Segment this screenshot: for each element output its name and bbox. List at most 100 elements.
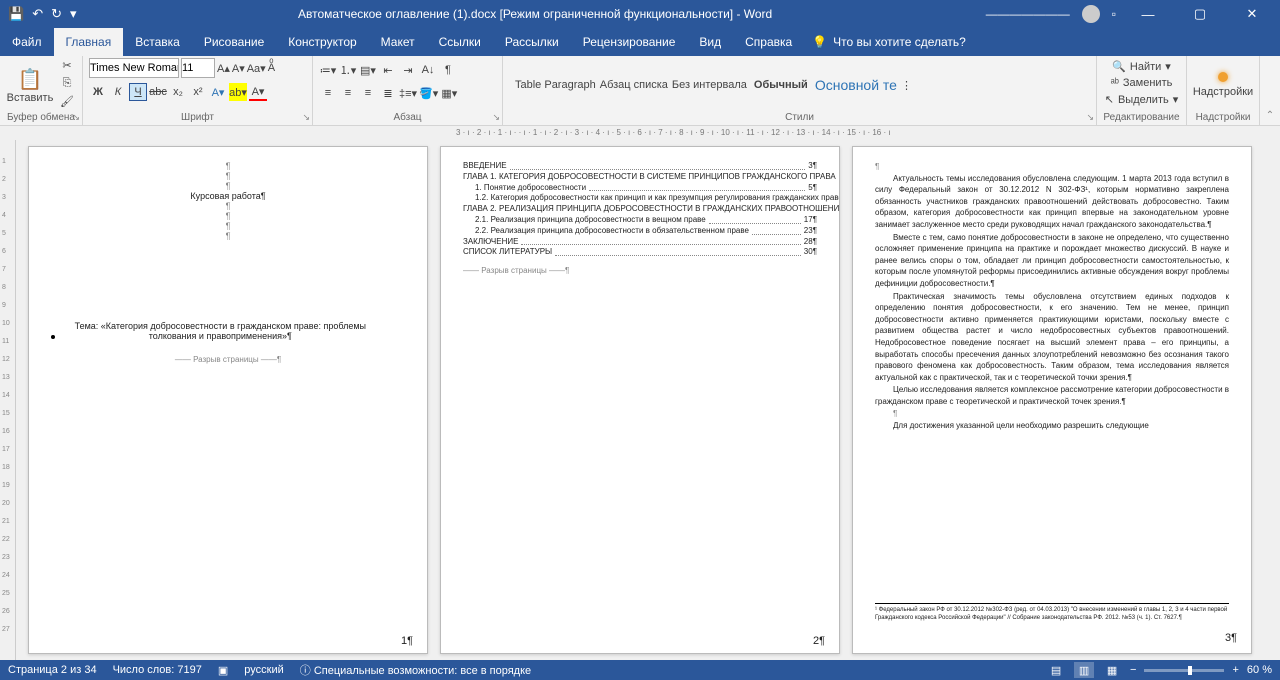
- text-effects-icon[interactable]: A▾: [209, 83, 227, 101]
- view-print-icon[interactable]: ▥: [1074, 662, 1094, 678]
- ribbon-options-icon[interactable]: ▫: [1112, 7, 1116, 21]
- tab-home[interactable]: Главная: [54, 28, 124, 56]
- zoom-out-button[interactable]: −: [1130, 664, 1136, 676]
- close-button[interactable]: ✕: [1232, 6, 1272, 22]
- view-read-icon[interactable]: ▤: [1046, 662, 1066, 678]
- page1-title: Курсовая работа¶: [51, 191, 405, 201]
- user-name[interactable]: ———————: [986, 7, 1070, 21]
- page1-theme: Тема: «Категория добросовестности в граж…: [61, 321, 380, 341]
- page-2[interactable]: ВВЕДЕНИЕ3¶ГЛАВА 1. КАТЕГОРИЯ ДОБРОСОВЕСТ…: [440, 146, 840, 654]
- bullets-icon[interactable]: ≔▾: [319, 61, 337, 79]
- style-no-spacing[interactable]: Без интервала: [672, 79, 747, 91]
- subscript-button[interactable]: x₂: [169, 83, 187, 101]
- justify-icon[interactable]: ≣: [379, 84, 397, 102]
- italic-button[interactable]: К: [109, 83, 127, 101]
- align-left-icon[interactable]: ≡: [319, 84, 337, 102]
- cursor-icon: ↖: [1105, 93, 1114, 106]
- status-bar: Страница 2 из 34 Число слов: 7197 ▣ русс…: [0, 660, 1280, 680]
- borders-icon[interactable]: ▦▾: [440, 84, 458, 102]
- tab-references[interactable]: Ссылки: [427, 28, 493, 56]
- superscript-button[interactable]: x²: [189, 83, 207, 101]
- tab-view[interactable]: Вид: [687, 28, 733, 56]
- shading-icon[interactable]: 🪣▾: [419, 84, 438, 102]
- clipboard-icon: 📋: [18, 67, 43, 92]
- style-heading[interactable]: Основной те: [815, 77, 897, 93]
- styles-launcher-icon[interactable]: ↘: [1086, 112, 1094, 123]
- minimize-button[interactable]: —: [1128, 7, 1168, 22]
- show-marks-icon[interactable]: ¶: [439, 61, 457, 79]
- sort-icon[interactable]: A↓: [419, 61, 437, 79]
- style-table-paragraph[interactable]: Table Paragraph: [515, 79, 596, 91]
- underline-button[interactable]: Ч: [129, 83, 147, 101]
- font-launcher-icon[interactable]: ↘: [302, 112, 310, 123]
- align-center-icon[interactable]: ≡: [339, 84, 357, 102]
- tab-mailings[interactable]: Рассылки: [493, 28, 571, 56]
- toc-line: 2.1. Реализация принципа добросовестност…: [463, 215, 817, 226]
- zoom-in-button[interactable]: +: [1232, 664, 1238, 676]
- font-color-icon[interactable]: A▾: [249, 83, 267, 101]
- vertical-ruler[interactable]: 1234567891011121314151617181920212223242…: [0, 140, 16, 660]
- toc-line: СПИСОК ЛИТЕРАТУРЫ30¶: [463, 247, 817, 258]
- format-painter-button[interactable]: 🖌: [58, 95, 76, 111]
- toc-line: ВВЕДЕНИЕ3¶: [463, 161, 817, 172]
- clipboard-launcher-icon[interactable]: ↘: [72, 112, 80, 123]
- replace-button[interactable]: ᵃᵇЗаменить: [1111, 77, 1173, 89]
- find-button[interactable]: 🔍Найти ▾: [1112, 60, 1171, 73]
- strike-button[interactable]: abc: [149, 83, 167, 101]
- page-1[interactable]: ¶¶¶ Курсовая работа¶ ¶¶¶¶ Тема: «Категор…: [28, 146, 428, 654]
- addins-button[interactable]: Надстройки: [1193, 72, 1253, 98]
- status-words[interactable]: Число слов: 7197: [113, 664, 202, 676]
- cut-button[interactable]: ✂: [58, 59, 76, 75]
- zoom-slider[interactable]: [1144, 669, 1224, 672]
- font-name-select[interactable]: [89, 58, 179, 78]
- font-size-select[interactable]: [181, 58, 215, 78]
- page-3[interactable]: ¶ Актуальность темы исследования обуслов…: [852, 146, 1252, 654]
- tab-file[interactable]: Файл: [0, 28, 54, 56]
- style-normal[interactable]: Обычный: [751, 79, 811, 91]
- tab-design[interactable]: Конструктор: [276, 28, 368, 56]
- status-a11y[interactable]: ⓘ Специальные возможности: все в порядке: [300, 662, 531, 678]
- footnote: ¹ Федеральный закон РФ от 30.12.2012 №30…: [875, 603, 1229, 623]
- tab-help[interactable]: Справка: [733, 28, 804, 56]
- decrease-indent-icon[interactable]: ⇤: [379, 61, 397, 79]
- zoom-level[interactable]: 60 %: [1247, 664, 1272, 676]
- ribbon-tabs: Файл Главная Вставка Рисование Конструкт…: [0, 28, 1280, 56]
- title-bar: 💾 ↶ ↻ ▾ Автоматческое оглавление (1).doc…: [0, 0, 1280, 28]
- increase-indent-icon[interactable]: ⇥: [399, 61, 417, 79]
- align-right-icon[interactable]: ≡: [359, 84, 377, 102]
- tab-insert[interactable]: Вставка: [123, 28, 192, 56]
- change-case-icon[interactable]: Aa▾: [247, 62, 266, 75]
- horizontal-ruler[interactable]: 3 · ı · 2 · ı · 1 · ı · · ı · 1 · ı · 2 …: [16, 126, 1264, 140]
- grow-font-icon[interactable]: A▴: [217, 62, 230, 75]
- paste-button[interactable]: 📋 Вставить: [6, 59, 54, 111]
- tell-me[interactable]: 💡 Что вы хотите сделать?: [812, 35, 966, 49]
- tab-draw[interactable]: Рисование: [192, 28, 276, 56]
- undo-icon[interactable]: ↶: [32, 6, 43, 22]
- numbering-icon[interactable]: ⒈▾: [339, 61, 357, 79]
- shrink-font-icon[interactable]: A▾: [232, 62, 245, 75]
- paragraph-launcher-icon[interactable]: ↘: [492, 112, 500, 123]
- save-icon[interactable]: 💾: [8, 6, 24, 22]
- line-spacing-icon[interactable]: ‡≡▾: [399, 84, 417, 102]
- select-button[interactable]: ↖Выделить ▾: [1105, 93, 1179, 106]
- tab-review[interactable]: Рецензирование: [571, 28, 688, 56]
- spellcheck-icon[interactable]: ▣: [218, 664, 228, 677]
- tab-layout[interactable]: Макет: [369, 28, 427, 56]
- status-page[interactable]: Страница 2 из 34: [8, 664, 97, 676]
- style-list-paragraph[interactable]: Абзац списка: [600, 79, 668, 91]
- status-lang[interactable]: русский: [244, 664, 283, 676]
- avatar[interactable]: [1082, 5, 1100, 23]
- clear-format-icon[interactable]: Aͦ: [268, 62, 275, 74]
- highlight-icon[interactable]: ab▾: [229, 83, 247, 101]
- maximize-button[interactable]: ▢: [1180, 6, 1220, 22]
- search-icon: 🔍: [1112, 60, 1126, 73]
- view-web-icon[interactable]: ▦: [1102, 662, 1122, 678]
- collapse-ribbon-icon[interactable]: ⌃: [1266, 110, 1274, 121]
- qat-customize-icon[interactable]: ▾: [70, 6, 77, 22]
- redo-icon[interactable]: ↻: [51, 6, 62, 22]
- bold-button[interactable]: Ж: [89, 83, 107, 101]
- styles-more-icon[interactable]: ⋮: [901, 79, 912, 92]
- multilevel-icon[interactable]: ▤▾: [359, 61, 377, 79]
- copy-button[interactable]: ⎘: [58, 77, 76, 93]
- window-title: Автоматческое оглавление (1).docx [Режим…: [85, 7, 986, 21]
